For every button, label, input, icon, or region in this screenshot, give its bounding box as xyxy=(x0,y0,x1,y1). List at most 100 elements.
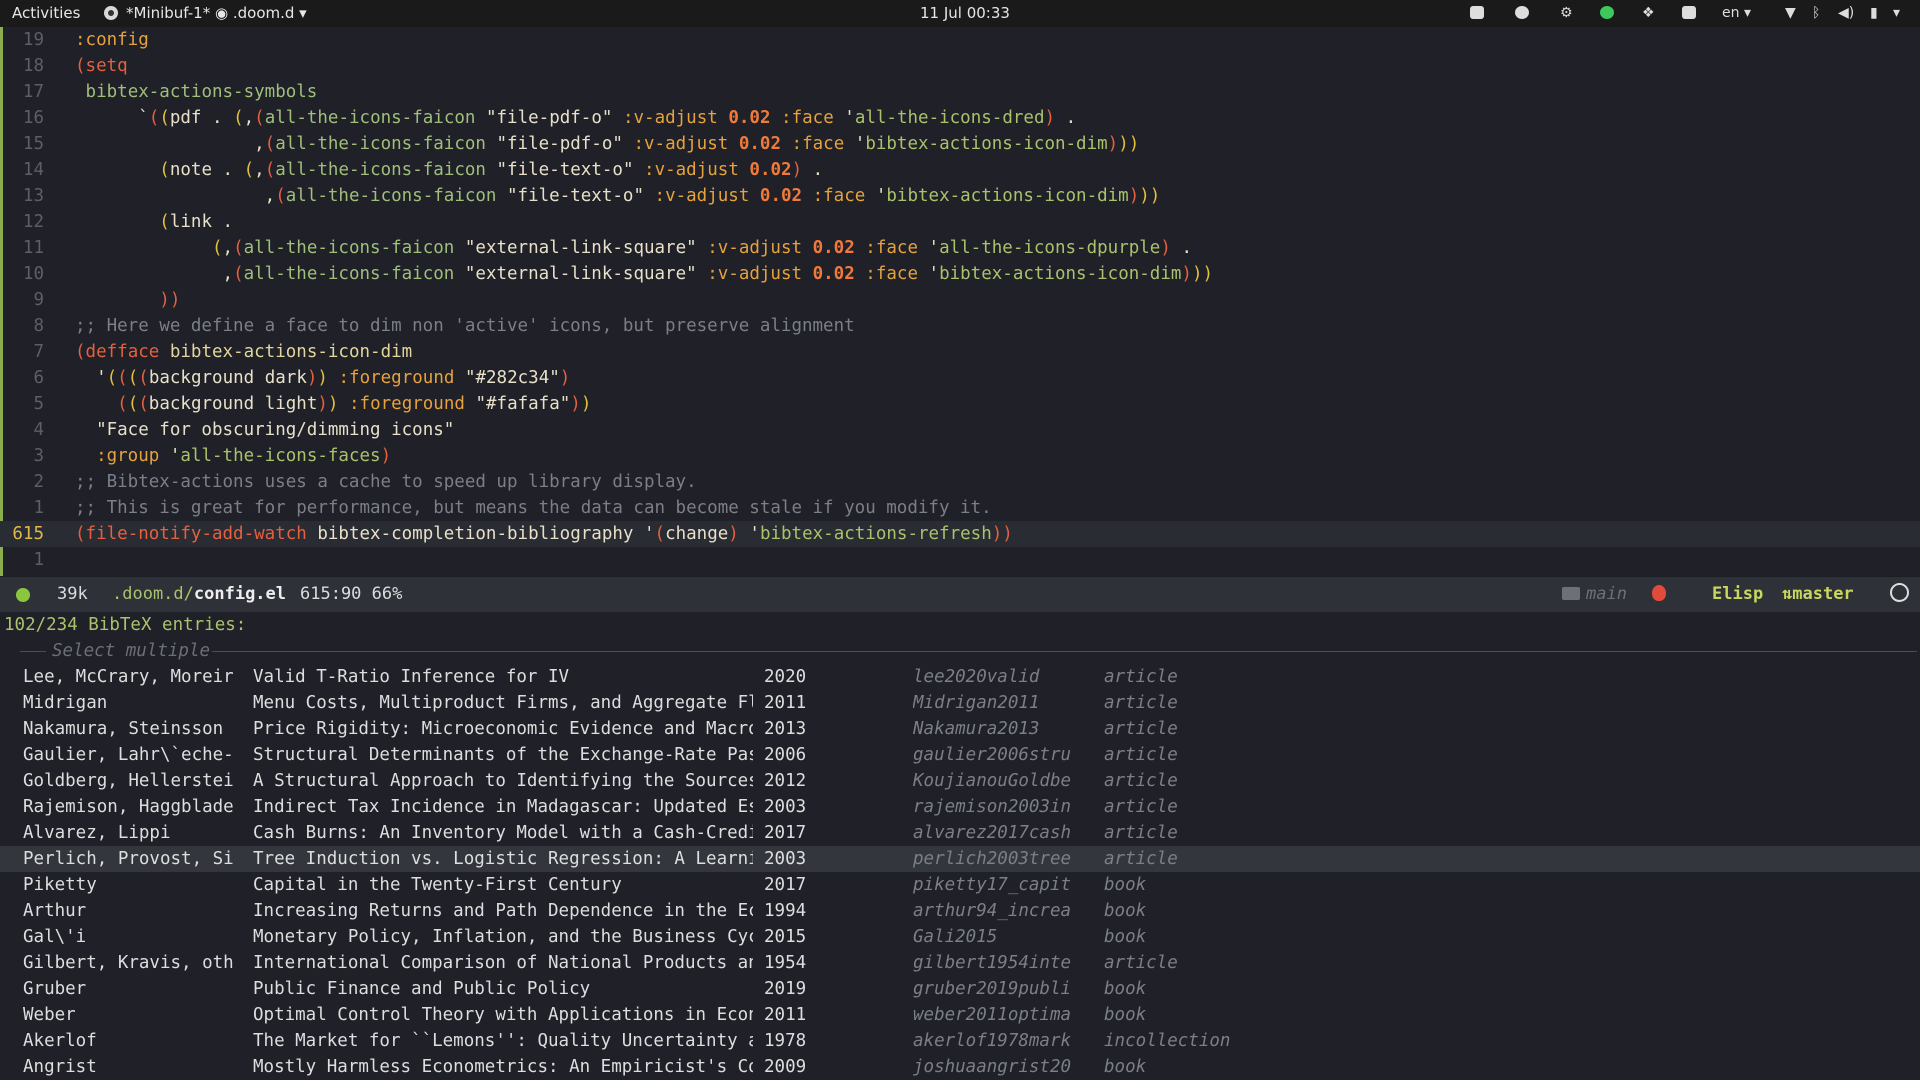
editor-buffer[interactable]: 19:config 18 (setq 17 bibtex-actions-symbol… xyxy=(0,27,1920,576)
code-line[interactable]: 11 (,(all-the-icons-faicon "external-lin… xyxy=(0,235,1920,261)
candidate-row[interactable]: Midrigan Menu Costs, Multiproduct Firms, … xyxy=(0,690,1920,716)
bluetooth-icon[interactable]: ᛒ xyxy=(1812,0,1820,27)
candidate-row[interactable]: Angrist Mostly Harmless Econometrics: An … xyxy=(0,1054,1920,1080)
code-line[interactable]: 9 )) xyxy=(0,287,1920,313)
candidate-row-selected[interactable]: Perlich, Provost, Si Tree Induction vs. L… xyxy=(0,846,1920,872)
line-number: 4 xyxy=(33,420,44,440)
candidate-row[interactable]: Gilbert, Kravis, oth International Compar… xyxy=(0,950,1920,976)
candidate-row[interactable]: Alvarez, Lippi Cash Burns: An Inventory M… xyxy=(0,820,1920,846)
entry-author: Alvarez, Lippi xyxy=(23,823,171,843)
code-line[interactable]: 14 (note . (,(all-the-icons-faicon "file… xyxy=(0,157,1920,183)
entry-author: Gaulier, Lahr\`eche- xyxy=(23,745,233,765)
separator-rule-left xyxy=(20,651,46,652)
entry-year: 1978 xyxy=(764,1031,807,1051)
discord-icon[interactable] xyxy=(1470,0,1484,27)
entry-key: piketty17_capit xyxy=(913,875,1072,895)
input-language[interactable]: en ▾ xyxy=(1722,0,1751,27)
volume-icon[interactable]: ◀) xyxy=(1838,0,1854,27)
clock[interactable]: 11 Jul 00:33 xyxy=(920,0,1010,27)
code-line[interactable]: 6 '((((background dark)) :foreground "#2… xyxy=(0,365,1920,391)
code-line[interactable]: 1 ;; This is great for performance, but m… xyxy=(0,495,1920,521)
line-number: 7 xyxy=(33,342,44,362)
line-code: bibtex-actions-symbols xyxy=(85,82,318,102)
dropbox-icon[interactable]: ❖ xyxy=(1642,0,1655,27)
entry-author: Nakamura, Steinsson xyxy=(23,719,224,739)
entry-title: Valid T-Ratio Inference for IV xyxy=(253,667,570,687)
line-code: ,(all-the-icons-faicon "file-text-o" :v-… xyxy=(264,186,1161,206)
line-number: 10 xyxy=(22,264,44,284)
entry-year: 1994 xyxy=(764,901,807,921)
entry-title: Optimal Control Theory with Applications… xyxy=(253,1005,753,1025)
system-menu-chevron-icon[interactable]: ▾ xyxy=(1893,0,1900,27)
code-line[interactable]: 17 bibtex-actions-symbols xyxy=(0,79,1920,105)
minibuffer[interactable]: 102/234 BibTeX entries: Select multiple … xyxy=(0,612,1920,1080)
workspace-indicator[interactable]: main xyxy=(1562,577,1627,612)
line-code: :config xyxy=(75,30,149,50)
entry-author: Arthur xyxy=(23,901,87,921)
sync-check-icon[interactable] xyxy=(1600,0,1614,27)
bug-icon[interactable] xyxy=(1652,577,1666,612)
code-line[interactable]: 8 ;; Here we define a face to dim non 'ac… xyxy=(0,313,1920,339)
candidate-row[interactable]: Goldberg, Hellerstei A Structural Approac… xyxy=(0,768,1920,794)
candidate-row[interactable]: Akerlof The Market for ``Lemons'': Qualit… xyxy=(0,1028,1920,1054)
entry-key: Gali2015 xyxy=(913,927,998,947)
line-code: `((pdf . (,(all-the-icons-faicon "file-p… xyxy=(138,108,1077,128)
entry-key: Nakamura2013 xyxy=(913,719,1040,739)
code-line[interactable]: 7 (defface bibtex-actions-icon-dim xyxy=(0,339,1920,365)
code-line[interactable]: 12 (link . xyxy=(0,209,1920,235)
line-code: (defface bibtex-actions-icon-dim xyxy=(75,342,413,362)
candidate-row[interactable]: Piketty Capital in the Twenty-First Centu… xyxy=(0,872,1920,898)
workspace-name: main xyxy=(1586,584,1627,604)
steam-icon[interactable]: ⚙ xyxy=(1560,0,1573,27)
code-line[interactable]: 2 ;; Bibtex-actions uses a cache to speed… xyxy=(0,469,1920,495)
candidate-row[interactable]: Gruber Public Finance and Public Policy 20… xyxy=(0,976,1920,1002)
code-line[interactable]: 18 (setq xyxy=(0,53,1920,79)
line-code: (,(all-the-icons-faicon "external-link-s… xyxy=(211,238,1192,258)
candidate-row[interactable]: Gaulier, Lahr\`eche- Structural Determina… xyxy=(0,742,1920,768)
code-line[interactable]: 19:config xyxy=(0,27,1920,53)
code-line[interactable]: 13 ,(all-the-icons-faicon "file-text-o" … xyxy=(0,183,1920,209)
entry-year: 2012 xyxy=(764,771,807,791)
code-line[interactable]: 5 (((background light)) :foreground "#fa… xyxy=(0,391,1920,417)
entry-key: weber2011optima xyxy=(913,1005,1072,1025)
entry-title: A Structural Approach to Identifying the… xyxy=(253,771,753,791)
entry-author: Lee, McCrary, Moreir xyxy=(23,667,233,687)
entry-title: Increasing Returns and Path Dependence i… xyxy=(253,901,753,921)
line-code: (((background light)) :foreground "#fafa… xyxy=(117,394,592,414)
code-line[interactable]: 3 :group 'all-the-icons-faces) xyxy=(0,443,1920,469)
candidate-row[interactable]: Weber Optimal Control Theory with Applica… xyxy=(0,1002,1920,1028)
app-menu[interactable]: *Minibuf-1* ◉ .doom.d ▾ xyxy=(104,0,307,27)
gnome-top-bar: Activities *Minibuf-1* ◉ .doom.d ▾ 11 Ju… xyxy=(0,0,1920,27)
code-line[interactable]: 10 ,(all-the-icons-faicon "external-link… xyxy=(0,261,1920,287)
entry-type: book xyxy=(1104,901,1147,921)
code-line-current[interactable]: 615 (file-notify-add-watch bibtex-complet… xyxy=(0,521,1920,547)
major-mode[interactable]: Elisp xyxy=(1712,577,1763,612)
candidate-row[interactable]: Arthur Increasing Returns and Path Depend… xyxy=(0,898,1920,924)
wifi-icon[interactable]: ▼ xyxy=(1785,0,1796,27)
entry-type: book xyxy=(1104,979,1147,999)
screen-icon[interactable] xyxy=(1682,0,1696,27)
entry-year: 2011 xyxy=(764,1005,807,1025)
line-code: ,(all-the-icons-faicon "external-link-sq… xyxy=(222,264,1214,284)
entry-key: gruber2019publi xyxy=(913,979,1072,999)
group-separator: Select multiple xyxy=(0,638,1920,664)
entry-author: Weber xyxy=(23,1005,76,1025)
candidate-row[interactable]: Lee, McCrary, Moreir Valid T-Ratio Infere… xyxy=(0,664,1920,690)
entry-title: Structural Determinants of the Exchange-… xyxy=(253,745,753,765)
entry-type: article xyxy=(1104,693,1178,713)
buffer-path: .doom.d/config.el xyxy=(112,577,286,612)
code-line[interactable]: 4 "Face for obscuring/dimming icons" xyxy=(0,417,1920,443)
candidate-row[interactable]: Rajemison, Haggblade Indirect Tax Inciden… xyxy=(0,794,1920,820)
candidate-row[interactable]: Gal\'i Monetary Policy, Inflation, and th… xyxy=(0,924,1920,950)
candidate-row[interactable]: Nakamura, Steinsson Price Rigidity: Micro… xyxy=(0,716,1920,742)
buffer-file-name: config.el xyxy=(193,584,287,604)
git-branch[interactable]: ⇅master xyxy=(1782,577,1854,612)
battery-icon[interactable]: ▮ xyxy=(1870,0,1878,27)
code-line[interactable]: 16 `((pdf . (,(all-the-icons-faicon "fil… xyxy=(0,105,1920,131)
code-line[interactable]: 1 xyxy=(0,547,1920,573)
code-line[interactable]: 15 ,(all-the-icons-faicon "file-pdf-o" :… xyxy=(0,131,1920,157)
line-number: 2 xyxy=(33,472,44,492)
headset-icon[interactable] xyxy=(1515,0,1529,27)
activities-button[interactable]: Activities xyxy=(12,0,80,27)
line-code: (setq xyxy=(75,56,128,76)
